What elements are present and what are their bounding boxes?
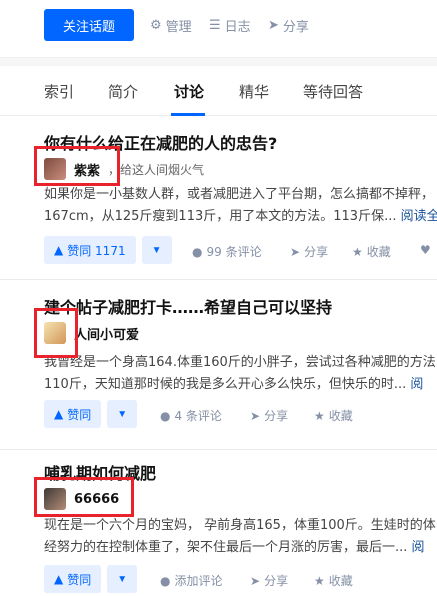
heart-icon: ♥ [420,243,431,257]
log-button[interactable]: ☰ 日志 [209,16,251,35]
excerpt-line: 现在是一个六个月的宝妈， 孕前身高165，体重100斤。生娃时的体 [44,518,436,533]
read-more-link[interactable]: 阅 [412,540,425,555]
topic-page: 关注话题 ⚙ 管理 ☰ 日志 ➤ 分享 索引 简介 讨论 精华 等待回答 你有什… [0,0,437,596]
answer-actions: ▲ 赞同 ▼ [44,400,138,428]
tab-intro[interactable]: 简介 [108,81,138,102]
excerpt-line: 167cm，从125斤瘦到113斤，用了本文的方法。113斤保... 阅读全 [44,206,437,228]
star-icon: ★ [352,244,363,259]
question-title[interactable]: 建个帖子减肥打卡……希望自己可以坚持 [44,294,332,318]
answer-excerpt[interactable]: 现在是一个六个月的宝妈， 孕前身高165，体重100斤。生娃时的体 经努力的在控… [44,515,437,559]
excerpt-line: 110斤，天知道那时候的我是多么开心多么快乐，但快乐的时... 阅 [44,377,424,392]
comment-icon: ● [160,573,171,588]
favorite-button[interactable]: ★ 收藏 [314,572,353,589]
caret-down-icon: ▼ [117,408,128,420]
feed-item: 哺乳期如何减肥 66666 现在是一个六个月的宝妈， 孕前身高165，体重100… [0,450,437,596]
send-icon: ➤ [268,18,279,33]
tab-index[interactable]: 索引 [44,81,74,102]
caret-up-icon: ▲ [54,243,64,257]
read-more-link[interactable]: 阅 [410,377,423,392]
answer-actions: ▲ 赞同 1171 ▼ [44,236,172,264]
highlight-box [34,477,134,517]
section-divider [0,58,437,66]
downvote-button[interactable]: ▼ [107,400,138,428]
tab-discussion[interactable]: 讨论 [174,81,204,102]
upvote-button[interactable]: ▲ 赞同 1171 [44,236,136,264]
upvote-button[interactable]: ▲ 赞同 [44,565,102,593]
send-icon: ➤ [250,408,261,423]
comments-button[interactable]: ● 4 条评论 [160,407,222,424]
downvote-button[interactable]: ▼ [107,565,138,593]
star-icon: ★ [314,573,325,588]
caret-up-icon: ▲ [54,572,64,586]
answer-excerpt[interactable]: 如果你是一小基数人群，或者减肥进入了平台期，怎么搞都不掉秤， 167cm，从12… [44,184,437,228]
send-icon: ➤ [250,573,261,588]
comment-icon: ● [192,244,203,259]
author-name[interactable]: 人间小可爱 [74,324,139,343]
tab-featured[interactable]: 精华 [239,81,269,102]
manage-button[interactable]: ⚙ 管理 [150,16,192,35]
answer-actions: ▲ 赞同 ▼ [44,565,138,593]
topic-tabs: 索引 简介 讨论 精华 等待回答 [0,66,437,116]
highlight-box [34,308,78,358]
tab-waiting-answers[interactable]: 等待回答 [303,81,363,102]
follow-topic-button[interactable]: 关注话题 [44,9,134,41]
excerpt-line: 经努力的在控制体重了，架不住最后一个月涨的厉害，最后一... 阅 [44,540,425,555]
comments-button[interactable]: ● 添加评论 [160,572,223,589]
excerpt-line: 如果你是一小基数人群，或者减肥进入了平台期，怎么搞都不掉秤， [44,187,435,202]
like-button[interactable]: ♥ [420,243,431,257]
gear-icon: ⚙ [150,18,162,33]
read-more-link[interactable]: 阅读全 [401,209,437,224]
caret-down-icon: ▼ [117,573,128,585]
highlight-box [34,146,120,186]
send-icon: ➤ [290,244,301,259]
favorite-button[interactable]: ★ 收藏 [352,243,391,260]
comments-button[interactable]: ● 99 条评论 [192,243,262,260]
star-icon: ★ [314,408,325,423]
share-button[interactable]: ➤ 分享 [250,407,288,424]
list-icon: ☰ [209,18,221,33]
topic-action-bar: 关注话题 ⚙ 管理 ☰ 日志 ➤ 分享 [0,0,437,58]
feed-item: 建个帖子减肥打卡……希望自己可以坚持 人间小可爱 我曾经是一个身高164.体重1… [0,280,437,450]
caret-down-icon: ▼ [151,244,162,256]
author-bio: ，给这人间烟火气 [108,162,205,177]
share-button[interactable]: ➤ 分享 [290,243,328,260]
share-button[interactable]: ➤ 分享 [250,572,288,589]
excerpt-line: 我曾经是一个身高164.体重160斤的小胖子，尝试过各种减肥的方法 [44,355,436,370]
feed-item: 你有什么给正在减肥的人的忠告? 紫紫 ，给这人间烟火气 如果你是一小基数人群，或… [0,116,437,280]
favorite-button[interactable]: ★ 收藏 [314,407,353,424]
share-topic-button[interactable]: ➤ 分享 [268,16,309,35]
comment-icon: ● [160,408,171,423]
upvote-button[interactable]: ▲ 赞同 [44,400,102,428]
downvote-button[interactable]: ▼ [141,236,172,264]
answer-excerpt[interactable]: 我曾经是一个身高164.体重160斤的小胖子，尝试过各种减肥的方法 110斤，天… [44,352,437,396]
caret-up-icon: ▲ [54,407,64,421]
